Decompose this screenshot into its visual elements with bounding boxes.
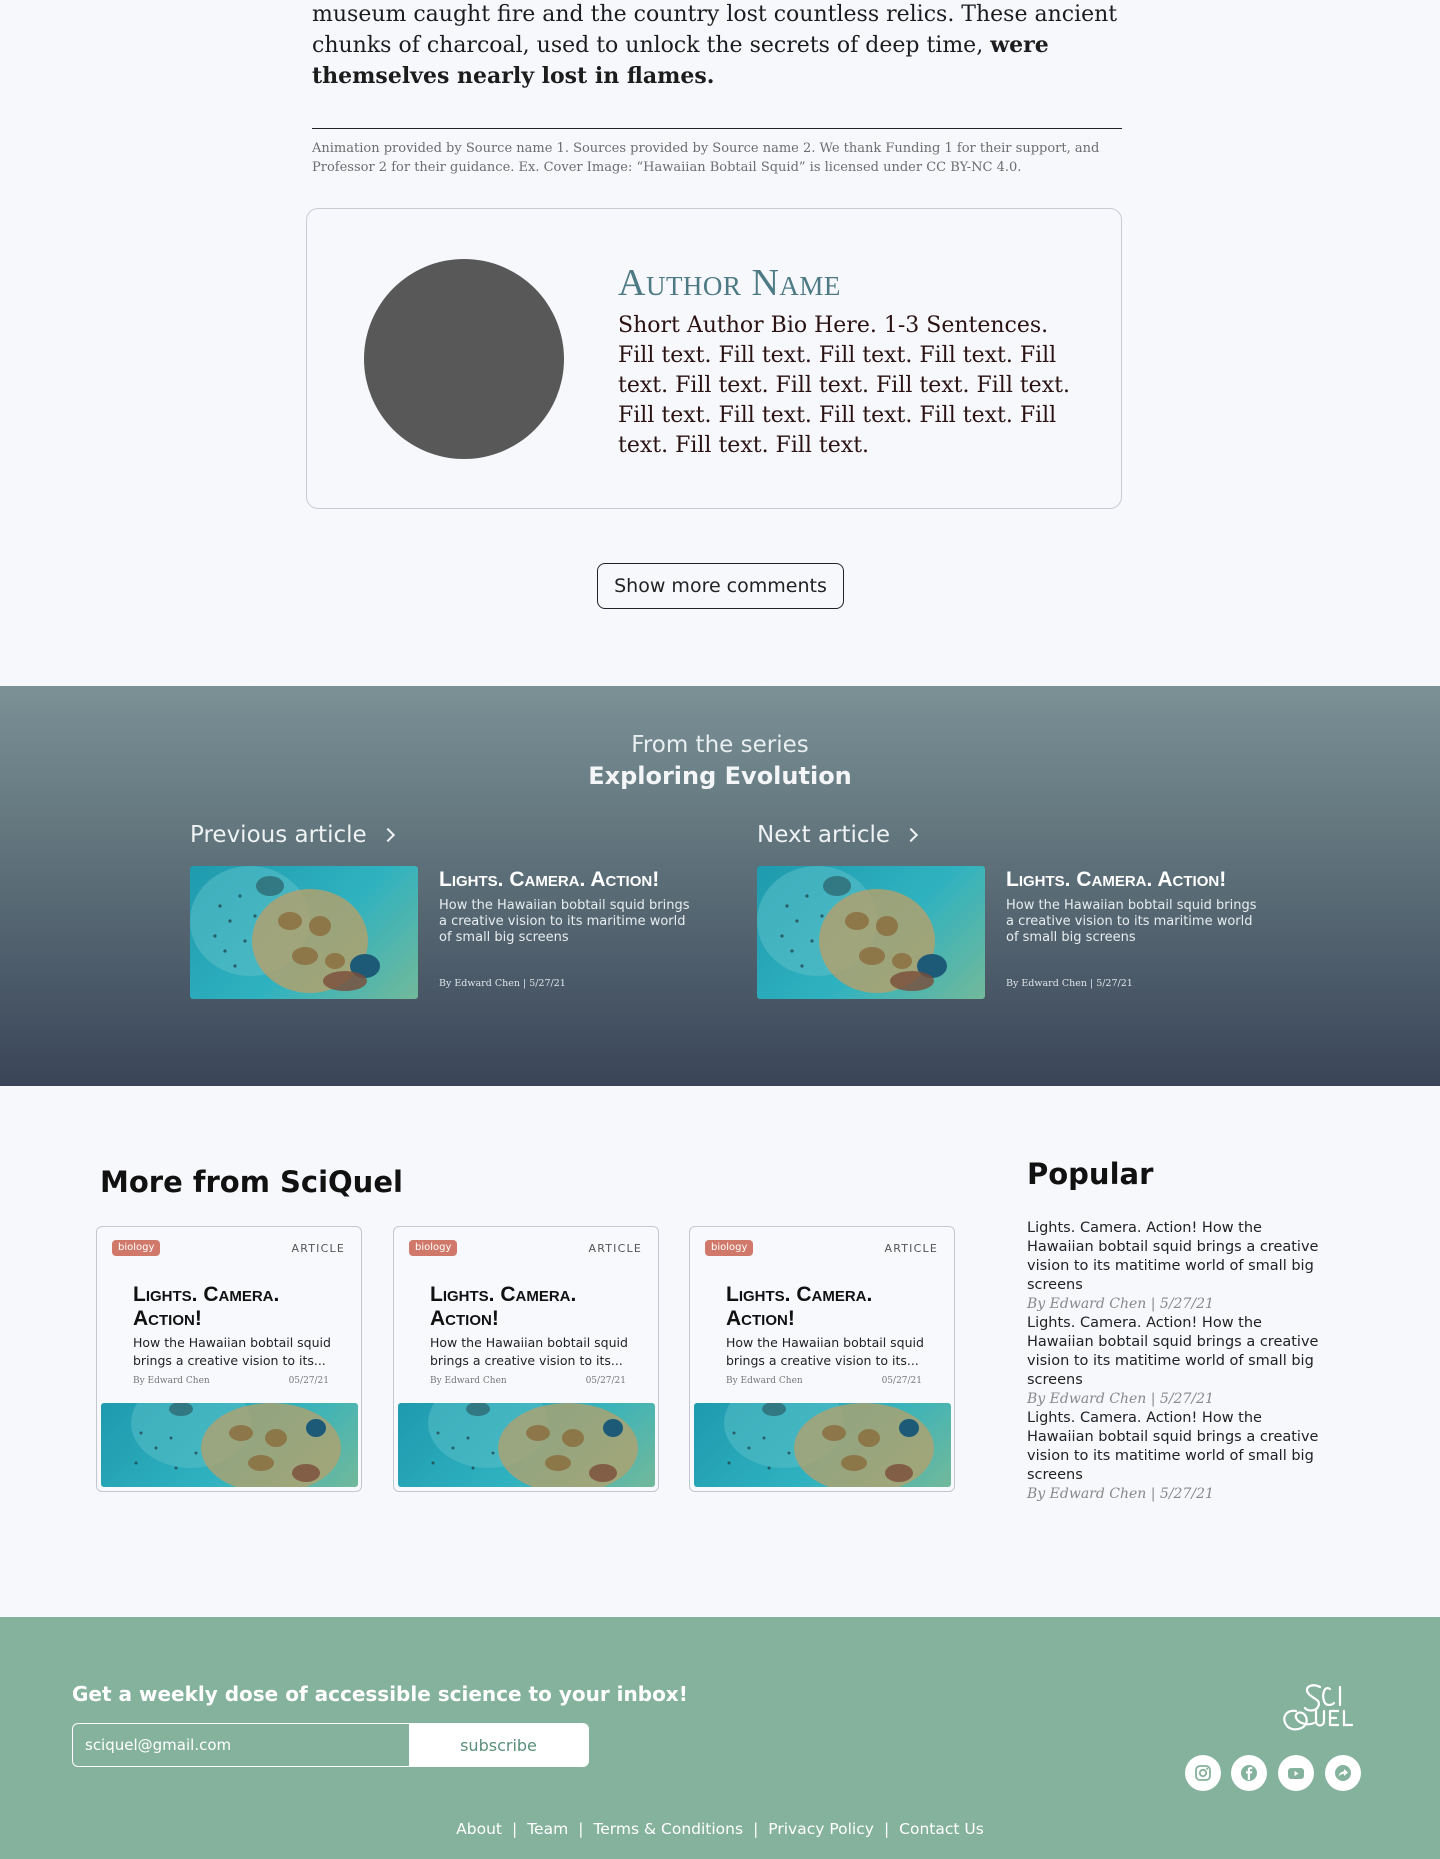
category-tag[interactable]: biology — [409, 1240, 458, 1256]
content-type-label: ARTICLE — [291, 1242, 345, 1255]
squid-image — [757, 866, 985, 999]
popular-item-text[interactable]: Lights. Camera. Action! How the Hawaiian… — [1027, 1409, 1327, 1485]
youtube-glyph — [1288, 1768, 1304, 1779]
popular-item[interactable]: Lights. Camera. Action! How the Hawaiian… — [1027, 1219, 1327, 1312]
series-title[interactable]: Exploring Evolution — [0, 762, 1440, 790]
next-article[interactable]: Next article Lights. Camera. Action! How… — [757, 822, 1317, 1012]
card-title[interactable]: Lights. Camera. Action! — [133, 1283, 333, 1331]
previous-article-thumbnail[interactable] — [190, 866, 418, 999]
squid-image — [398, 1403, 655, 1487]
next-article-heading[interactable]: Next article — [757, 822, 1317, 848]
card-author: By Edward Chen — [726, 1376, 803, 1386]
link-separator: | — [883, 1820, 890, 1838]
chevron-right-icon — [903, 827, 919, 843]
more-from-heading: More from SciQuel — [100, 1165, 403, 1199]
share-glyph — [1335, 1765, 1351, 1781]
share-icon[interactable] — [1325, 1755, 1361, 1791]
card-image[interactable] — [694, 1403, 951, 1487]
youtube-icon[interactable] — [1278, 1755, 1314, 1791]
card-image[interactable] — [101, 1403, 358, 1487]
popular-heading: Popular — [1027, 1157, 1154, 1191]
footer-links: About | Team | Terms & Conditions | Privacy Po… — [0, 1820, 1440, 1838]
author-name[interactable]: Author Name — [618, 261, 841, 305]
show-more-comments-button[interactable]: Show more comments — [597, 563, 844, 609]
popular-item-byline: By Edward Chen | 5/27/21 — [1027, 1296, 1214, 1312]
subscribe-button[interactable]: subscribe — [409, 1724, 588, 1766]
squid-image — [190, 866, 418, 999]
credits-divider — [312, 128, 1122, 129]
article-text: chunks of charcoal, used to unlock the s… — [312, 33, 991, 58]
series-section: From the series Exploring Evolution Prev… — [0, 686, 1440, 1086]
chevron-right-icon — [380, 827, 395, 843]
card-description: How the Hawaiian bobtail squid brings a … — [726, 1335, 924, 1368]
newsletter-cta: Get a weekly dose of accessible science … — [72, 1682, 688, 1706]
popular-item[interactable]: Lights. Camera. Action! How the Hawaiian… — [1027, 1409, 1327, 1502]
article-card[interactable]: biology ARTICLE Lights. Camera. Action! How… — [393, 1226, 659, 1492]
next-article-thumbnail[interactable] — [757, 866, 985, 999]
article-card[interactable]: biology ARTICLE Lights. Camera. Action! How… — [689, 1226, 955, 1492]
author-card: Author Name Short Author Bio Here. 1-3 S… — [306, 208, 1122, 509]
card-date: 05/27/21 — [288, 1376, 329, 1386]
footer-link-about[interactable]: About — [456, 1820, 502, 1838]
previous-article-heading[interactable]: Previous article — [190, 822, 750, 848]
article-credits: Animation provided by Source name 1. Sou… — [312, 141, 1100, 175]
next-article-label: Next article — [757, 822, 891, 848]
author-avatar — [364, 259, 564, 459]
footer-link-terms[interactable]: Terms & Conditions — [593, 1820, 743, 1838]
card-date: 05/27/21 — [881, 1376, 922, 1386]
facebook-icon[interactable] — [1231, 1755, 1267, 1791]
footer-link-privacy[interactable]: Privacy Policy — [768, 1820, 874, 1838]
previous-article-description: How the Hawaiian bobtail squid brings a … — [439, 898, 690, 945]
previous-article-byline: By Edward Chen | 5/27/21 — [439, 978, 566, 989]
link-separator: | — [578, 1820, 584, 1838]
popular-item-text[interactable]: Lights. Camera. Action! How the Hawaiian… — [1027, 1219, 1327, 1295]
card-description: How the Hawaiian bobtail squid brings a … — [430, 1335, 628, 1368]
previous-article-title[interactable]: Lights. Camera. Action! — [439, 868, 659, 892]
card-title[interactable]: Lights. Camera. Action! — [430, 1283, 630, 1331]
previous-article-label: Previous article — [190, 822, 367, 848]
footer-link-team[interactable]: Team — [527, 1820, 568, 1838]
card-author: By Edward Chen — [430, 1376, 507, 1386]
popular-item-byline: By Edward Chen | 5/27/21 — [1027, 1391, 1214, 1407]
popular-item-text[interactable]: Lights. Camera. Action! How the Hawaiian… — [1027, 1314, 1327, 1390]
content-type-label: ARTICLE — [588, 1242, 642, 1255]
previous-article[interactable]: Previous article Lights. Camera. Action!… — [190, 822, 750, 1012]
newsletter-form: subscribe — [72, 1723, 589, 1767]
article-text-line: chunks of charcoal, used to unlock the s… — [312, 30, 1122, 92]
sciquel-logo[interactable] — [1276, 1681, 1360, 1731]
next-article-byline: By Edward Chen | 5/27/21 — [1006, 978, 1133, 989]
article-closing-paragraph: museum caught fire and the country lost … — [312, 0, 1122, 92]
squid-image — [101, 1403, 358, 1487]
content-type-label: ARTICLE — [884, 1242, 938, 1255]
next-article-title[interactable]: Lights. Camera. Action! — [1006, 868, 1226, 892]
facebook-glyph — [1241, 1765, 1257, 1781]
popular-item[interactable]: Lights. Camera. Action! How the Hawaiian… — [1027, 1314, 1327, 1407]
article-card[interactable]: biology ARTICLE Lights. Camera. Action! How… — [96, 1226, 362, 1492]
instagram-icon[interactable] — [1185, 1755, 1221, 1791]
card-date: 05/27/21 — [585, 1376, 626, 1386]
instagram-glyph — [1195, 1765, 1211, 1781]
author-bio: Short Author Bio Here. 1-3 Sentences. Fi… — [618, 313, 1070, 458]
popular-item-byline: By Edward Chen | 5/27/21 — [1027, 1486, 1214, 1502]
sciquel-logo-mark — [1283, 1684, 1354, 1731]
card-title[interactable]: Lights. Camera. Action! — [726, 1283, 926, 1331]
series-kicker: From the series — [631, 732, 809, 758]
email-field[interactable] — [73, 1724, 409, 1766]
category-tag[interactable]: biology — [112, 1240, 161, 1256]
squid-image — [694, 1403, 951, 1487]
next-article-description: How the Hawaiian bobtail squid brings a … — [1006, 898, 1257, 945]
link-separator: | — [753, 1820, 759, 1838]
category-tag[interactable]: biology — [705, 1240, 754, 1256]
card-image[interactable] — [398, 1403, 655, 1487]
footer-link-contact[interactable]: Contact Us — [899, 1820, 984, 1838]
article-text-line: museum caught fire and the country lost … — [312, 2, 1118, 27]
footer: Get a weekly dose of accessible science … — [0, 1617, 1440, 1859]
card-author: By Edward Chen — [133, 1376, 210, 1386]
link-separator: | — [511, 1820, 518, 1838]
card-description: How the Hawaiian bobtail squid brings a … — [133, 1335, 331, 1368]
